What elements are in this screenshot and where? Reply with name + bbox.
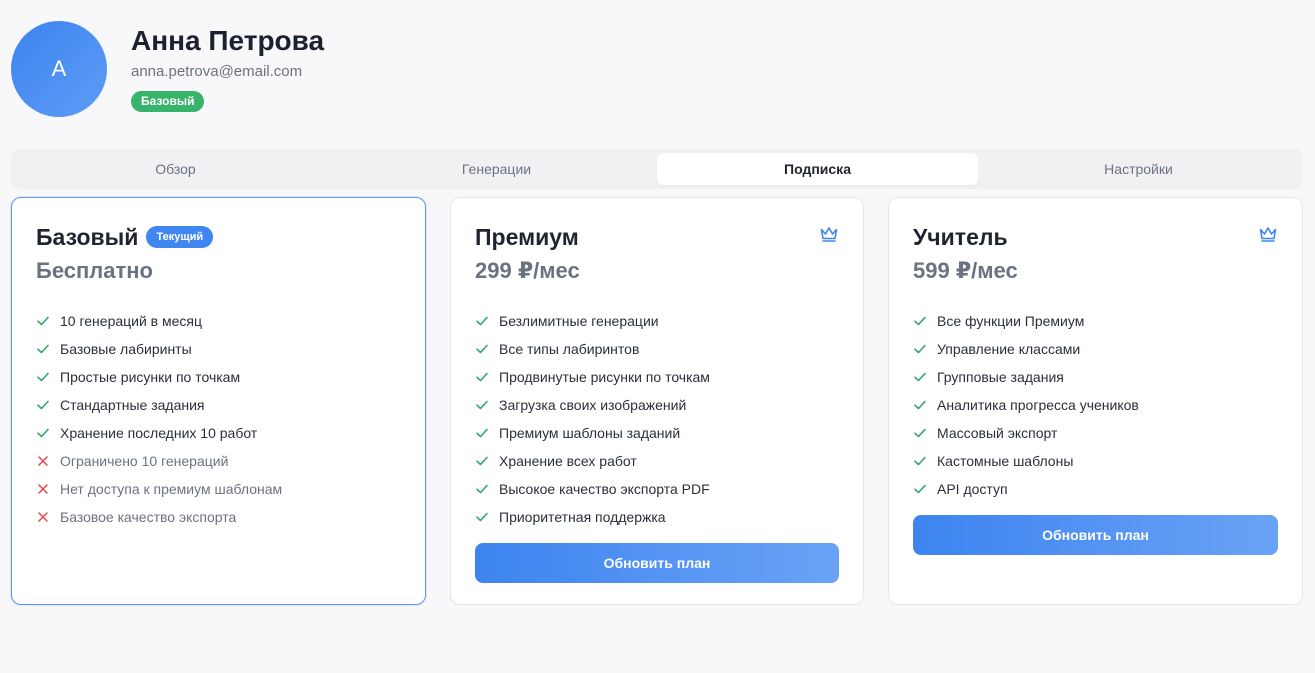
plan-header: Премиум — [475, 223, 839, 251]
feature-item: Загрузка своих изображений — [475, 391, 839, 419]
feature-item: API доступ — [913, 475, 1278, 503]
crown-icon — [1259, 227, 1277, 242]
tab-subscription[interactable]: Подписка — [657, 153, 978, 185]
plan-card-teacher: Учитель 599 ₽/мес Все функции Премиум Уп… — [888, 197, 1303, 605]
check-icon — [37, 372, 49, 382]
feature-list: Все функции Премиум Управление классами … — [913, 307, 1278, 503]
plan-name: Учитель — [913, 223, 1008, 250]
profile-email: anna.petrova@email.com — [131, 63, 303, 80]
feature-item: Высокое качество экспорта PDF — [475, 475, 839, 503]
plan-name: Премиум — [475, 223, 579, 250]
feature-list: 10 генераций в месяц Базовые лабиринты П… — [36, 307, 401, 531]
limitation-item: Базовое качество экспорта — [36, 503, 401, 531]
check-icon — [37, 344, 49, 354]
cross-icon — [38, 456, 48, 466]
feature-item: Безлимитные генерации — [475, 307, 839, 335]
check-icon — [476, 512, 488, 522]
check-icon — [914, 428, 926, 438]
feature-item: Премиум шаблоны заданий — [475, 419, 839, 447]
plan-card-basic: Базовый Текущий Бесплатно 10 генераций в… — [11, 197, 426, 605]
check-icon — [476, 372, 488, 382]
check-icon — [914, 484, 926, 494]
feature-item: Управление классами — [913, 335, 1278, 363]
feature-item: Стандартные задания — [36, 391, 401, 419]
feature-item: Хранение всех работ — [475, 447, 839, 475]
check-icon — [914, 456, 926, 466]
check-icon — [37, 400, 49, 410]
check-icon — [914, 344, 926, 354]
current-plan-badge: Текущий — [146, 226, 214, 248]
tab-generations[interactable]: Генерации — [336, 153, 657, 185]
plan-price: 299 ₽/мес — [475, 258, 580, 283]
plan-price: Бесплатно — [36, 258, 153, 283]
plan-header: Базовый Текущий — [36, 223, 401, 251]
feature-item: Массовый экспорт — [913, 419, 1278, 447]
limitation-item: Нет доступа к премиум шаблонам — [36, 475, 401, 503]
profile-name: Анна Петрова — [131, 25, 325, 56]
feature-item: Приоритетная поддержка — [475, 503, 839, 531]
feature-item: Все типы лабиринтов — [475, 335, 839, 363]
feature-item: Аналитика прогресса учеников — [913, 391, 1278, 419]
check-icon — [476, 456, 488, 466]
limitation-item: Ограничено 10 генераций — [36, 447, 401, 475]
check-icon — [476, 400, 488, 410]
upgrade-button[interactable]: Обновить план — [475, 543, 839, 583]
check-icon — [476, 344, 488, 354]
plan-header: Учитель — [913, 223, 1278, 251]
feature-item: Базовые лабиринты — [36, 335, 401, 363]
cross-icon — [38, 512, 48, 522]
crown-icon — [820, 227, 838, 242]
check-icon — [914, 372, 926, 382]
check-icon — [37, 316, 49, 326]
check-icon — [914, 316, 926, 326]
check-icon — [476, 316, 488, 326]
tab-settings[interactable]: Настройки — [978, 153, 1299, 185]
feature-item: Хранение последних 10 работ — [36, 419, 401, 447]
check-icon — [476, 428, 488, 438]
feature-list: Безлимитные генерации Все типы лабиринто… — [475, 307, 839, 531]
feature-item: Групповые задания — [913, 363, 1278, 391]
feature-item: Простые рисунки по точкам — [36, 363, 401, 391]
tab-bar: Обзор Генерации Подписка Настройки — [11, 149, 1303, 189]
feature-item: Все функции Премиум — [913, 307, 1278, 335]
cross-icon — [38, 484, 48, 494]
plan-card-premium: Премиум 299 ₽/мес Безлимитные генерации … — [450, 197, 864, 605]
check-icon — [37, 428, 49, 438]
check-icon — [476, 484, 488, 494]
plan-badge: Базовый — [131, 91, 205, 112]
feature-item: Кастомные шаблоны — [913, 447, 1278, 475]
feature-item: 10 генераций в месяц — [36, 307, 401, 335]
feature-item: Продвинутые рисунки по точкам — [475, 363, 839, 391]
plan-name: Базовый — [36, 223, 139, 250]
profile-header: A Анна Петрова anna.petrova@email.com Ба… — [11, 21, 324, 117]
plan-price: 599 ₽/мес — [913, 258, 1018, 283]
profile-info: Анна Петрова anna.petrova@email.com Базо… — [131, 25, 325, 112]
avatar: A — [11, 21, 107, 117]
check-icon — [914, 400, 926, 410]
upgrade-button[interactable]: Обновить план — [913, 515, 1278, 555]
tab-overview[interactable]: Обзор — [15, 153, 336, 185]
